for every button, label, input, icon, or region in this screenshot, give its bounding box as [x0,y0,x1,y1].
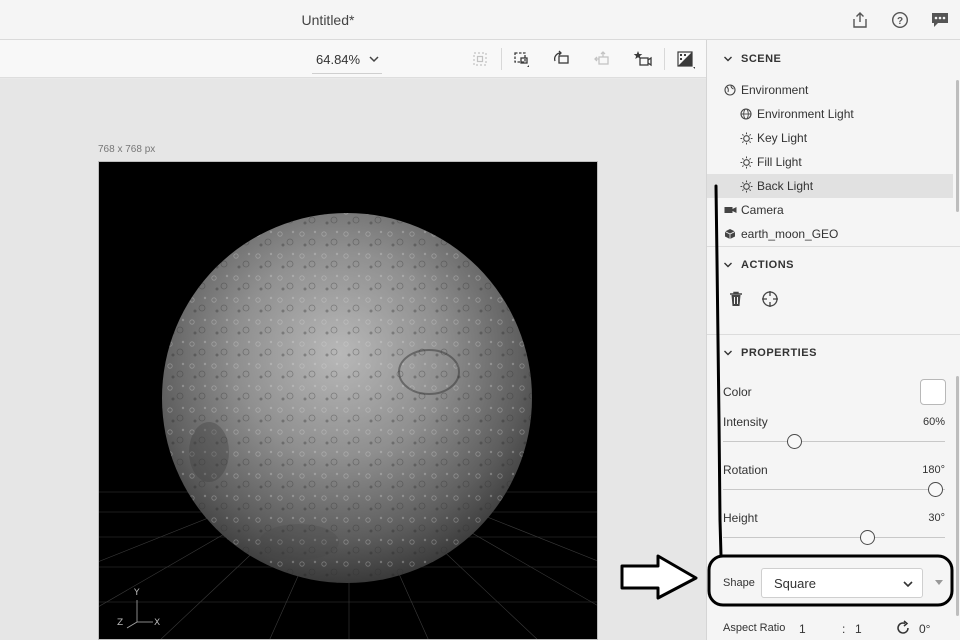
scene-item-environment[interactable]: Environment [707,78,953,102]
chevron-down-icon [724,350,732,356]
sun-icon [739,155,753,169]
intensity-slider-thumb[interactable] [787,434,803,449]
pan-camera-icon[interactable] [592,49,612,69]
dolly-camera-icon[interactable] [632,49,652,69]
render-icon[interactable] [675,49,695,69]
axis-z-label: Z [117,618,124,628]
document-title: Untitled* [301,12,355,28]
zoom-underline [312,73,382,74]
intensity-slider-track[interactable] [723,441,945,442]
sun-icon [739,179,753,193]
globe-icon [723,83,737,97]
height-label: Height [723,511,758,525]
shape-dropdown[interactable]: Square [761,568,923,598]
chevron-down-icon [724,262,732,268]
rotate-camera-icon[interactable] [552,49,572,69]
rotate-icon[interactable] [895,620,911,636]
properties-scrollbar[interactable] [956,376,959,616]
aspect-ratio-separator: : [842,622,846,636]
target-icon[interactable] [761,290,779,308]
intensity-value: 60% [922,416,945,428]
properties-header-label: PROPERTIES [741,347,817,359]
scene-item-label: earth_moon_GEO [741,227,839,241]
chevron-down-icon [903,581,913,588]
rotation-slider-track[interactable] [723,489,945,490]
scene-item-camera[interactable]: Camera [707,198,953,222]
height-slider-track[interactable] [723,537,945,538]
scroll-down-arrow-icon[interactable] [935,580,943,586]
sun-icon [739,131,753,145]
scene-item-environment-light[interactable]: Environment Light [707,102,953,126]
globe-grid-icon [739,107,753,121]
canvas-size-label: 768 x 768 px [98,144,156,155]
cube-icon [723,227,737,241]
properties-section-header[interactable]: PROPERTIES [707,336,960,370]
scene-item-label: Environment Light [757,107,854,121]
chevron-down-icon[interactable] [367,52,381,66]
aspect-ratio-label: Aspect Ratio [723,622,786,634]
viewport-toolbar: 64.84% [0,40,706,78]
aspect-ratio-a-input[interactable]: 1 [799,622,806,636]
rotation-value: 180° [922,464,945,476]
scene-item-key-light[interactable]: Key Light [707,126,953,150]
camera-icon [723,203,737,217]
toolbar-separator [501,48,502,70]
aspect-ratio-b-input[interactable]: 1 [855,622,862,636]
scene-item-fill-light[interactable]: Fill Light [707,150,953,174]
scene-item-earth-moon-geo[interactable]: earth_moon_GEO [707,222,953,246]
title-bar: Untitled* ? [0,0,960,40]
section-divider [707,334,960,335]
scene-item-label: Back Light [757,179,814,193]
scene-item-back-light[interactable]: Back Light [707,174,953,198]
shape-label: Shape [723,577,755,589]
scene-header-label: SCENE [741,53,782,65]
section-divider [707,246,960,247]
3d-viewport[interactable]: Y Z X [98,161,598,640]
rotation-label: Rotation [723,463,768,477]
toolbar-separator [664,48,665,70]
height-slider-thumb[interactable] [859,530,875,545]
aspect-angle-value[interactable]: 0° [919,622,930,636]
scene-item-label: Key Light [757,131,808,145]
shape-dropdown-value: Square [774,575,816,591]
axis-x-label: X [154,618,161,628]
axis-y-label: Y [134,588,140,598]
svg-text:?: ? [897,16,903,27]
canvas-area[interactable]: 768 x 768 px Y Z X [0,79,706,640]
actions-header-label: ACTIONS [741,259,794,271]
share-icon[interactable] [849,9,871,31]
scene-item-label: Fill Light [757,155,802,169]
rotation-slider-thumb[interactable] [927,482,943,497]
actions-section-header[interactable]: ACTIONS [707,248,960,282]
help-icon[interactable]: ? [889,9,911,31]
color-label: Color [723,385,752,399]
feedback-icon[interactable] [929,9,951,31]
scene-item-label: Camera [741,203,784,217]
chevron-down-icon [724,56,732,62]
properties-panel: SCENE Environment Environment Light Key … [706,40,960,640]
fit-frame-icon[interactable] [470,49,490,69]
zoom-level[interactable]: 64.84% [316,52,360,67]
intensity-label: Intensity [723,415,768,429]
scene-section-header[interactable]: SCENE [707,42,960,76]
height-value: 30° [928,512,945,524]
color-swatch[interactable] [920,379,946,405]
trash-icon[interactable] [727,290,745,308]
scene-scrollbar[interactable] [956,80,959,212]
frame-selection-icon[interactable] [512,49,532,69]
scene-item-label: Environment [741,83,809,97]
scene-render [99,213,597,639]
